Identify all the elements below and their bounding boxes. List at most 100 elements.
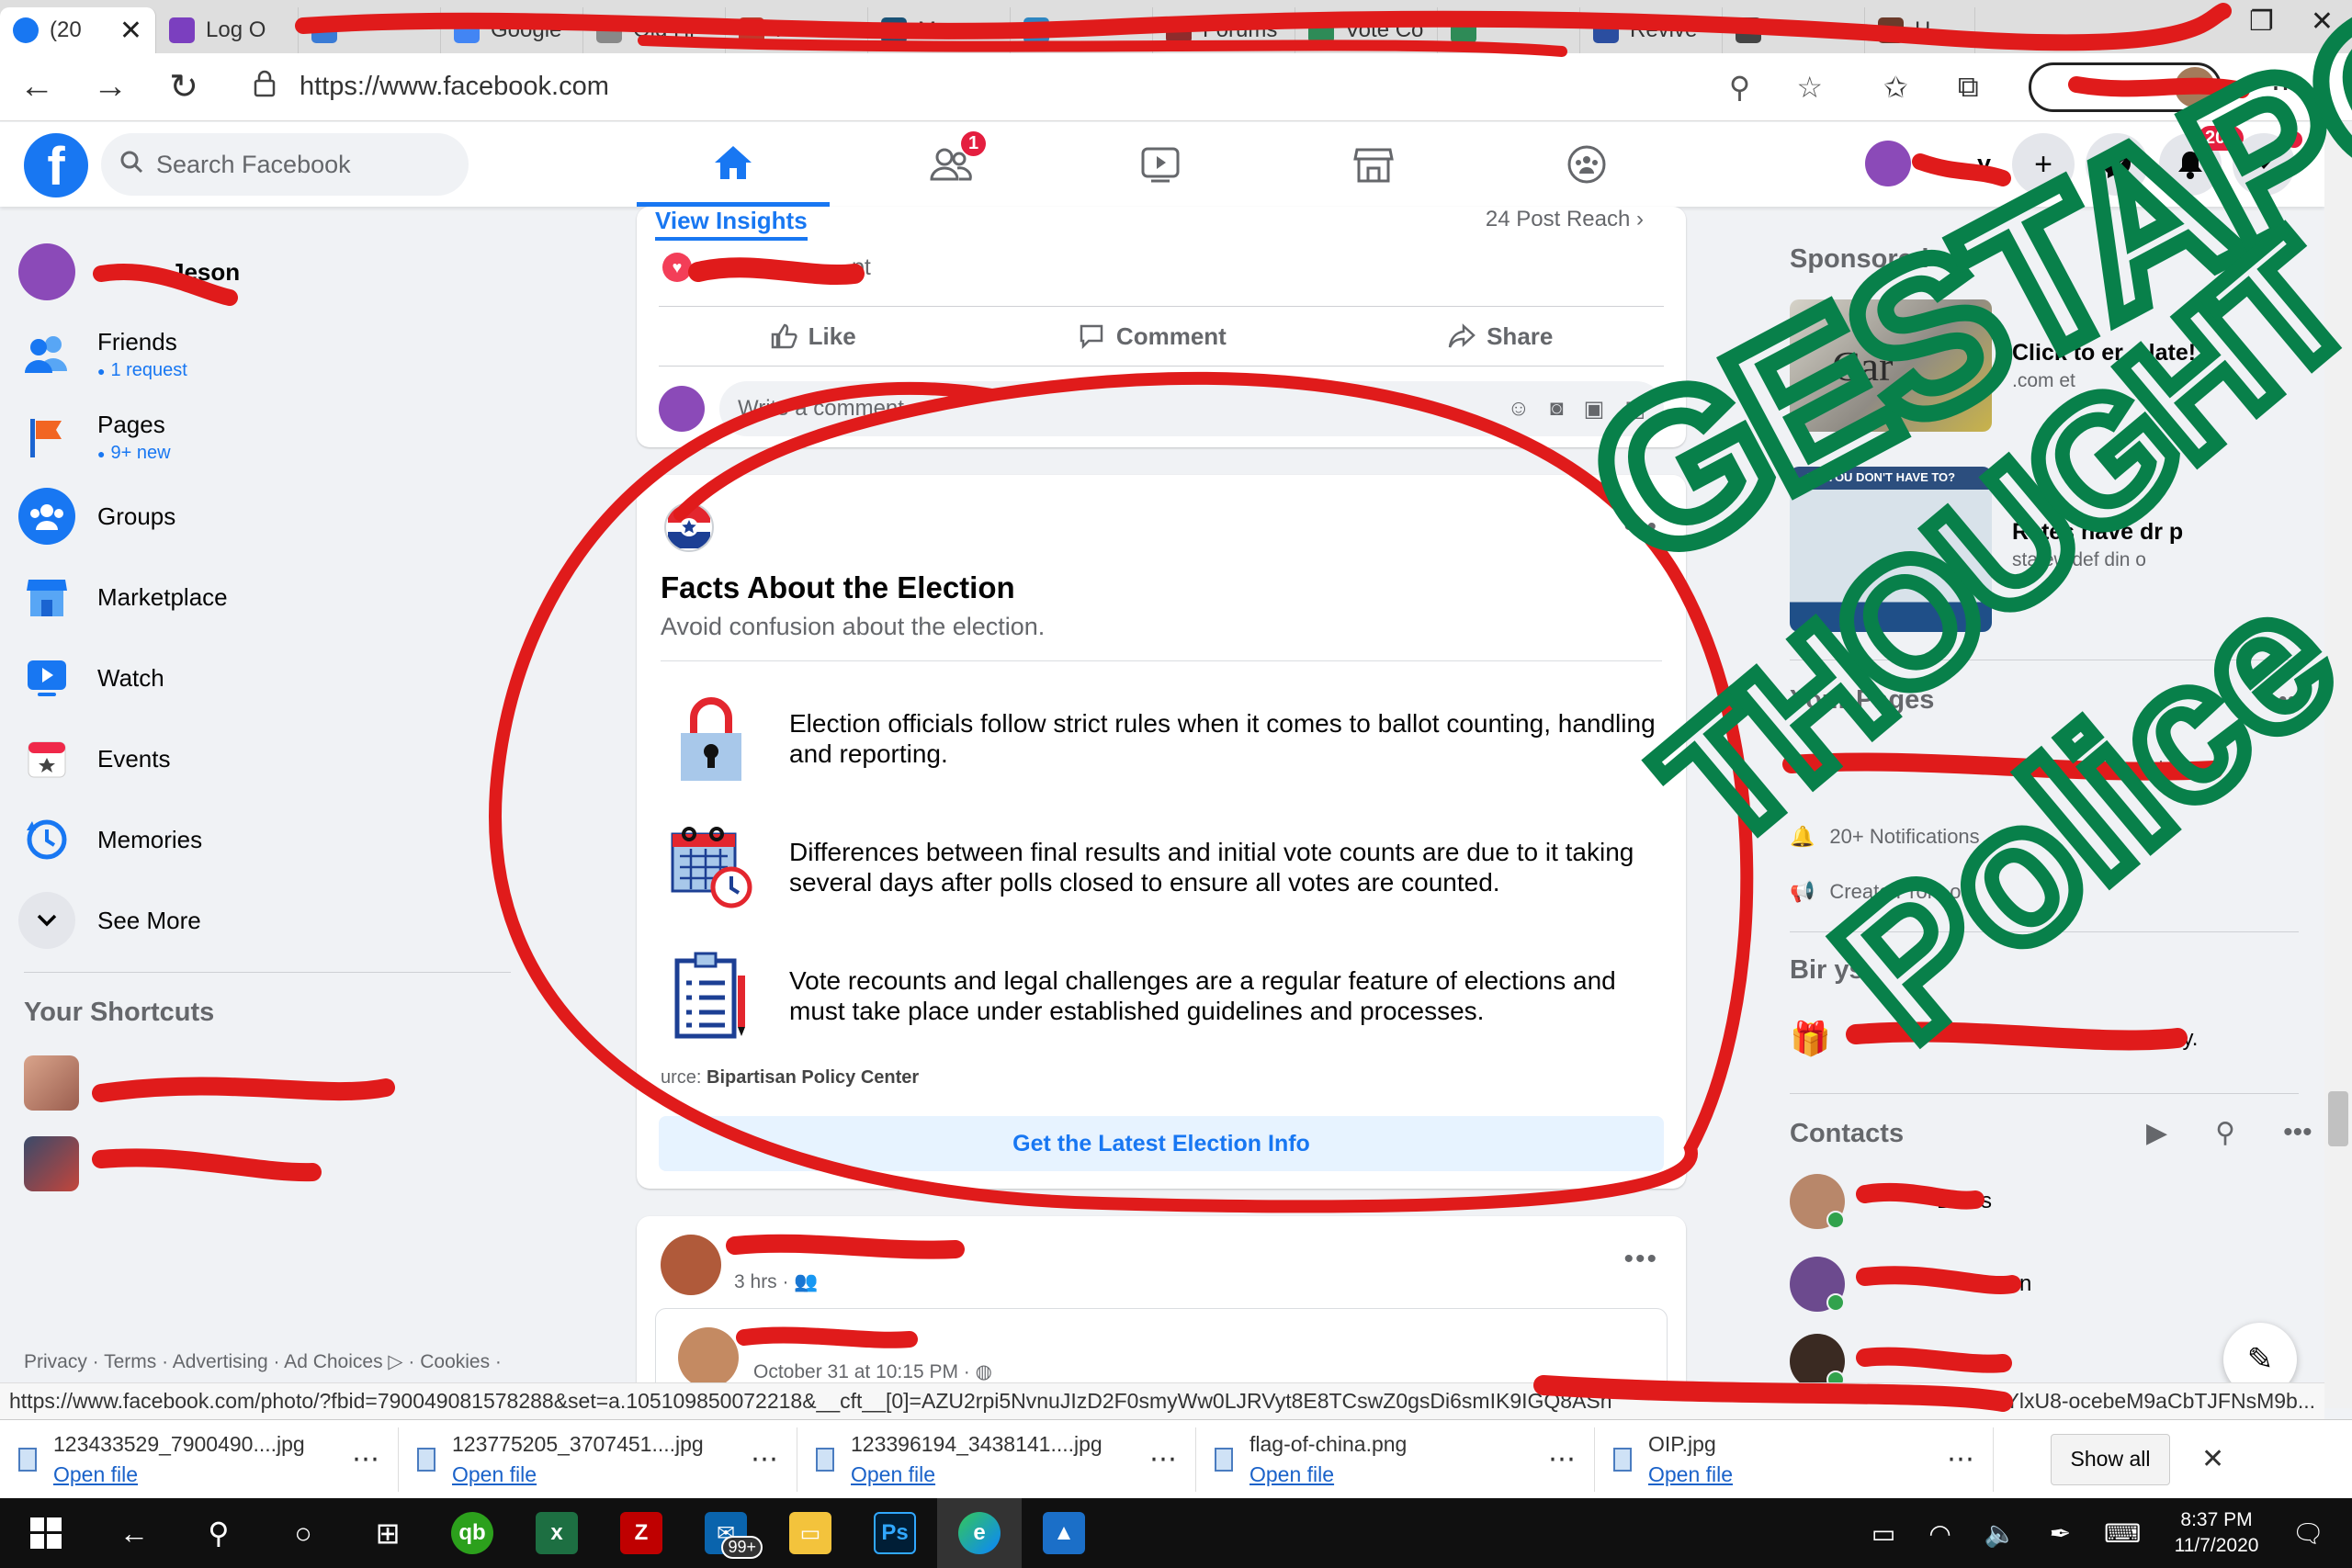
messenger-icon[interactable] [2086,133,2148,196]
download-more-icon[interactable]: ⋯ [1149,1443,1177,1475]
pen-icon[interactable]: ✒ [2050,1518,2071,1549]
more-options-icon[interactable]: ••• [1623,512,1658,543]
download-more-icon[interactable]: ⋯ [1947,1443,1974,1475]
system-clock[interactable]: 8:37 PM 11/7/2020 [2175,1507,2259,1559]
ad-text-1[interactable]: Click to er c late! .com et [2012,340,2196,392]
tab-fa[interactable]: Fa [726,7,868,53]
download-item[interactable]: 123396194_3438141....jpg Open file ⋯ [797,1427,1196,1492]
tab-11[interactable] [1438,7,1580,53]
cortana-circle-icon[interactable]: ○ [261,1498,345,1568]
create-plus-icon[interactable]: + [2012,133,2075,196]
edge-browser-icon[interactable]: e [937,1498,1022,1568]
file-explorer-icon[interactable]: ▭ [768,1498,853,1568]
close-downloads-icon[interactable]: ✕ [2201,1443,2224,1475]
video-call-icon[interactable]: ▶ [2146,1117,2167,1149]
open-file-link[interactable]: Open file [53,1462,305,1487]
volume-muted-icon[interactable]: 🔈 [1984,1518,2017,1549]
mail-app-icon[interactable]: ✉ 99+ [684,1498,768,1568]
sidebar-item-memories[interactable]: Memories [18,803,514,876]
tab-google[interactable]: Google [441,7,583,53]
get-election-info-button[interactable]: Get the Latest Election Info [659,1116,1664,1171]
footer-links[interactable]: Privacy · Terms · Advertising · Ad Choic… [24,1350,502,1373]
pages-more-icon[interactable]: ••• [2269,685,2296,715]
create-promotion-link[interactable]: 📢 Create Prom on [1790,880,1973,904]
filezilla-app-icon[interactable]: Z [599,1498,684,1568]
gif-icon[interactable]: ▣ [1584,396,1605,423]
download-more-icon[interactable]: ⋯ [352,1443,379,1475]
post-timestamp[interactable]: 3 hrs · 👥 [734,1271,819,1293]
search-box[interactable]: Search Facebook [101,133,469,196]
sidebar-item-see-more[interactable]: See More [18,884,514,957]
close-tab-icon[interactable]: ✕ [119,15,142,47]
search-contacts-icon[interactable]: ⚲ [2215,1117,2235,1149]
ad-text-2[interactable]: Rates have dr p statewidef din o [2012,519,2183,571]
facebook-logo-icon[interactable]: f [24,133,88,197]
wifi-icon[interactable]: ◠ [1928,1518,1951,1549]
forward-arrow-icon[interactable]: → [74,53,147,121]
contacts-more-icon[interactable]: ••• [2283,1117,2312,1149]
ad-image-2[interactable]: ...EN YOU DON'T HAVE TO? [1790,467,1992,632]
zoom-icon[interactable]: ⚲ [1729,70,1750,105]
contact-item[interactable]: ... [1790,1334,1955,1389]
like-button[interactable]: Like [770,322,856,351]
open-file-link[interactable]: Open file [452,1462,704,1487]
keyboard-icon[interactable]: ⌨ [2104,1518,2141,1549]
contact-item[interactable]: Davis [1790,1174,1992,1229]
page-name-suffix[interactable]: nds [2141,757,2173,781]
sidebar-item-marketplace[interactable]: Marketplace [18,560,514,634]
download-more-icon[interactable]: ⋯ [751,1443,778,1475]
photoshop-app-icon[interactable]: Ps [853,1498,937,1568]
user-profile-chip[interactable]: y [1865,141,1991,186]
account-dropdown-icon[interactable] [2233,131,2302,196]
shared-post-time[interactable]: October 31 at 10:15 PM · ◍ [753,1360,992,1383]
action-center-icon[interactable]: 🗨 [2291,1518,2324,1549]
page-notifications-link[interactable]: 🔔 20+ Notifications [1790,825,1980,849]
download-item[interactable]: OIP.jpg Open file ⋯ [1595,1427,1994,1492]
share-button[interactable]: Share [1448,322,1553,351]
tab-8[interactable] [1011,7,1153,53]
tab-log[interactable]: Log O [156,7,299,53]
browser-menu-icon[interactable]: ⋯ [2271,70,2301,105]
sidebar-item-friends[interactable]: Friends 1 request [18,318,514,391]
collections-icon[interactable]: ⧉ [1958,70,1979,105]
battery-icon[interactable]: ▭ [1871,1518,1895,1549]
download-item[interactable]: 123775205_3707451....jpg Open file ⋯ [399,1427,797,1492]
excel-app-icon[interactable]: x [514,1498,599,1568]
windows-start-icon[interactable] [0,1498,92,1568]
birthday-row[interactable]: 🎁 today. [1790,1020,2198,1058]
task-view-icon[interactable]: ⊞ [345,1498,430,1568]
tab-3[interactable] [299,7,441,53]
sidebar-item-profile[interactable]: Jeson [18,235,514,309]
tab-13[interactable] [1723,7,1865,53]
view-insights-link[interactable]: View Insights [655,207,808,241]
nav-groups-icon[interactable] [1490,122,1683,207]
back-arrow-icon[interactable]: ← [92,1498,176,1568]
tab-m[interactable]: M [868,7,1011,53]
favorite-star-icon[interactable]: ☆ [1796,70,1823,105]
download-item[interactable]: flag-of-china.png Open file ⋯ [1196,1427,1595,1492]
open-file-link[interactable]: Open file [851,1462,1102,1487]
page-scrollbar[interactable] [2324,122,2352,1408]
open-file-link[interactable]: Open file [1648,1462,1733,1487]
emoji-icon[interactable]: ☺ [1508,396,1531,423]
more-options-icon[interactable]: ••• [1623,1244,1658,1275]
photos-app-icon[interactable]: ▲ [1022,1498,1106,1568]
back-arrow-icon[interactable]: ← [0,53,74,121]
nav-marketplace-icon[interactable] [1277,122,1470,207]
quickbooks-app-icon[interactable]: qb [430,1498,514,1568]
camera-icon[interactable]: ◙ [1550,396,1564,423]
tab-facebook[interactable]: (20 ✕ [0,7,156,53]
reactions-summary[interactable]: ♥ pt [662,253,871,282]
shortcut-item-2[interactable] [24,1134,502,1194]
poster-avatar[interactable] [661,1235,721,1295]
shared-author-avatar[interactable] [678,1327,739,1388]
download-item[interactable]: 123433529_7900490....jpg Open file ⋯ [0,1427,399,1492]
sidebar-item-groups[interactable]: Groups [18,479,514,553]
favorites-icon[interactable]: ✩ [1883,70,1908,105]
nav-home-icon[interactable] [637,122,830,207]
tab-h[interactable]: H [1865,7,1975,53]
search-icon[interactable]: ⚲ [176,1498,261,1568]
contact-item[interactable]: n [1790,1257,2031,1312]
refresh-icon[interactable]: ↻ [147,53,220,121]
open-file-link[interactable]: Open file [1250,1462,1407,1487]
